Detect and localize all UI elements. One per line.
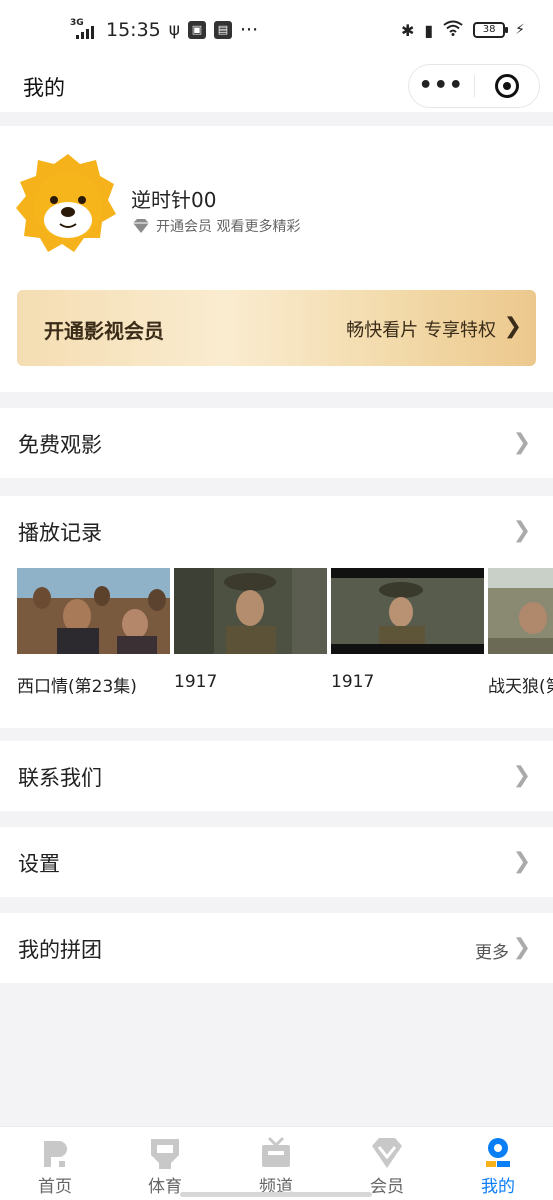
member-hint-text: 开通会员 观看更多精彩: [156, 219, 301, 235]
close-mini-program-button[interactable]: [475, 74, 540, 98]
tab-vip[interactable]: 会员: [332, 1127, 442, 1200]
video-thumbnail: [331, 568, 484, 654]
video-thumbnail: [174, 568, 327, 654]
tab-profile[interactable]: 我的: [443, 1127, 553, 1200]
history-item[interactable]: 1917: [174, 568, 327, 708]
menu-row-group-buy[interactable]: 我的拼团 更多 ❯: [0, 913, 553, 983]
avatar[interactable]: [14, 150, 122, 258]
history-item-title: 西口情(第23集): [17, 677, 137, 697]
profile-icon: [486, 1138, 510, 1167]
video-thumbnail: [488, 568, 553, 654]
channel-tv-icon: [262, 1136, 290, 1167]
lion-mascot-icon: [16, 154, 116, 252]
menu-row-label: 免费观影: [18, 433, 102, 457]
signal-icon: 3G: [68, 18, 98, 42]
chevron-right-icon: ❯: [512, 849, 531, 874]
history-item-title: 1917: [174, 672, 218, 692]
battery-icon: 38: [473, 22, 509, 38]
member-hint[interactable]: 开通会员 观看更多精彩: [131, 216, 300, 236]
page-title: 我的: [23, 76, 65, 100]
vip-diamond-icon: [372, 1138, 402, 1168]
status-left: 3G 15:35 ψ ▣ ▤ ···: [68, 18, 258, 42]
menu-row-free-movies[interactable]: 免费观影 ❯: [0, 408, 553, 478]
chevron-right-icon: ❯: [512, 430, 531, 455]
history-item-title: 战天狼(第: [488, 677, 553, 697]
bottom-tab-bar: 首页 体育 频道 会员 我的: [0, 1126, 553, 1200]
play-history-section: 播放记录 ❯ 西口情(第23集) 1917 1917 战天狼(: [0, 496, 553, 728]
status-right: ✱ ▮ 38 ⚡: [401, 20, 525, 40]
menu-row-label: 我的拼团: [18, 938, 102, 962]
nav-header: 我的 •••: [0, 60, 553, 112]
more-menu-button[interactable]: •••: [409, 66, 474, 106]
tab-label: 首页: [38, 1177, 72, 1197]
bluetooth-icon: ✱: [400, 20, 415, 40]
menu-row-label: 设置: [18, 852, 60, 876]
menu-row-contact[interactable]: 联系我们 ❯: [0, 741, 553, 811]
home-indicator[interactable]: [180, 1192, 372, 1197]
diamond-icon: [133, 219, 149, 233]
tab-channel[interactable]: 频道: [221, 1127, 331, 1200]
chevron-right-icon: ❯: [512, 518, 531, 543]
tab-sports[interactable]: 体育: [110, 1127, 220, 1200]
profile-card: 逆时针00 开通会员 观看更多精彩 开通影视会员 畅快看片 专享特权 ❯: [0, 126, 553, 392]
menu-row-label: 联系我们: [18, 766, 102, 790]
video-thumbnail: [17, 568, 170, 654]
username: 逆时针00: [131, 188, 217, 212]
vip-banner-title: 开通影视会员: [44, 319, 164, 343]
history-item[interactable]: 1917: [331, 568, 484, 708]
vip-banner-slogan: 畅快看片 专享特权: [346, 320, 496, 341]
play-history-header[interactable]: 播放记录 ❯: [0, 496, 553, 566]
chevron-right-icon: ❯: [512, 763, 531, 788]
tab-label: 我的: [481, 1177, 515, 1197]
usb-icon: ψ: [168, 20, 180, 40]
menu-row-label: 播放记录: [18, 521, 102, 545]
vibrate-icon: ▮: [424, 20, 434, 40]
history-item-title: 1917: [331, 672, 375, 692]
clock: 15:35: [106, 19, 161, 41]
play-history-list: 西口情(第23集) 1917 1917 战天狼(: [17, 568, 553, 708]
chevron-right-icon: ❯: [503, 314, 522, 339]
charging-icon: ⚡: [515, 22, 525, 38]
tab-home[interactable]: 首页: [0, 1127, 110, 1200]
history-item[interactable]: 战天狼(第: [488, 568, 553, 708]
more-notifications-icon: ···: [239, 19, 259, 41]
more-link[interactable]: 更多: [475, 938, 509, 963]
status-bar: 3G 15:35 ψ ▣ ▤ ··· ✱ ▮ 38 ⚡: [0, 0, 553, 60]
home-icon: [44, 1141, 67, 1167]
chevron-right-icon: ❯: [512, 935, 531, 960]
history-item[interactable]: 西口情(第23集): [17, 568, 170, 708]
menu-row-settings[interactable]: 设置 ❯: [0, 827, 553, 897]
vip-banner[interactable]: 开通影视会员 畅快看片 专享特权 ❯: [17, 290, 536, 366]
app-icon-2: ▤: [213, 21, 232, 39]
app-icon-1: ▣: [187, 21, 206, 39]
wifi-icon: [443, 20, 463, 40]
target-icon: [494, 74, 519, 98]
sports-icon: [151, 1139, 179, 1169]
mini-program-capsule: •••: [408, 64, 540, 108]
